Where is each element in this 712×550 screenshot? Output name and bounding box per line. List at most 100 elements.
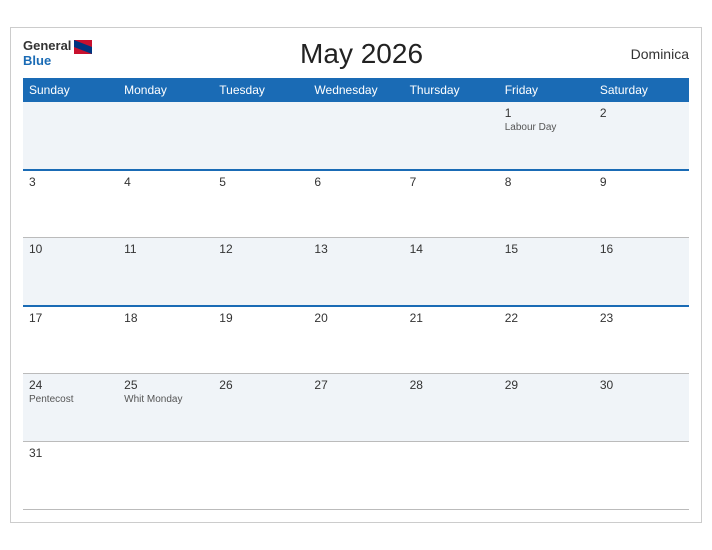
calendar-title: May 2026 — [300, 38, 423, 70]
calendar-cell: 28 — [404, 374, 499, 442]
day-number: 31 — [29, 446, 112, 460]
day-number: 22 — [505, 311, 588, 325]
day-number: 25 — [124, 378, 207, 392]
calendar-cell: 14 — [404, 238, 499, 306]
logo-general: General — [23, 39, 92, 53]
day-number: 30 — [600, 378, 683, 392]
day-number: 17 — [29, 311, 112, 325]
calendar-cell: 26 — [213, 374, 308, 442]
day-number: 9 — [600, 175, 683, 189]
calendar-cell: 22 — [499, 306, 594, 374]
calendar-cell: 6 — [308, 170, 403, 238]
calendar-cell: 12 — [213, 238, 308, 306]
calendar-cell — [404, 442, 499, 510]
day-event: Pentecost — [29, 394, 112, 405]
day-number: 27 — [314, 378, 397, 392]
day-event: Whit Monday — [124, 394, 207, 405]
day-header-saturday: Saturday — [594, 78, 689, 102]
day-number: 19 — [219, 311, 302, 325]
day-number: 20 — [314, 311, 397, 325]
calendar-cell — [118, 102, 213, 170]
calendar-country: Dominica — [631, 46, 689, 62]
calendar-cell: 2 — [594, 102, 689, 170]
calendar-cell: 10 — [23, 238, 118, 306]
calendar-cell — [23, 102, 118, 170]
calendar-header: General Blue May 2026 Dominica — [23, 38, 689, 70]
day-header-monday: Monday — [118, 78, 213, 102]
calendar-cell: 1 Labour Day — [499, 102, 594, 170]
calendar-cell: 18 — [118, 306, 213, 374]
day-event: Labour Day — [505, 122, 588, 133]
calendar-cell: 24 Pentecost — [23, 374, 118, 442]
calendar-cell: 8 — [499, 170, 594, 238]
calendar-cell: 21 — [404, 306, 499, 374]
day-header-sunday: Sunday — [23, 78, 118, 102]
calendar-cell: 11 — [118, 238, 213, 306]
day-number: 1 — [505, 106, 588, 120]
day-number: 16 — [600, 242, 683, 256]
day-number: 18 — [124, 311, 207, 325]
day-number: 4 — [124, 175, 207, 189]
day-header-wednesday: Wednesday — [308, 78, 403, 102]
calendar-cell: 15 — [499, 238, 594, 306]
calendar-cell: 16 — [594, 238, 689, 306]
day-number: 3 — [29, 175, 112, 189]
day-number: 21 — [410, 311, 493, 325]
logo: General Blue — [23, 39, 92, 68]
calendar-cell — [308, 102, 403, 170]
day-number: 23 — [600, 311, 683, 325]
logo-flag-icon — [74, 40, 92, 54]
day-number: 10 — [29, 242, 112, 256]
day-header-thursday: Thursday — [404, 78, 499, 102]
calendar-cell: 23 — [594, 306, 689, 374]
week-row-5: 31 — [23, 442, 689, 510]
calendar-cell: 5 — [213, 170, 308, 238]
week-row-3: 17 18 19 20 21 22 23 — [23, 306, 689, 374]
day-number: 15 — [505, 242, 588, 256]
calendar-cell — [213, 442, 308, 510]
day-number: 28 — [410, 378, 493, 392]
day-number: 5 — [219, 175, 302, 189]
day-number: 2 — [600, 106, 683, 120]
calendar-cell: 19 — [213, 306, 308, 374]
calendar-cell: 13 — [308, 238, 403, 306]
calendar-cell: 27 — [308, 374, 403, 442]
week-row-2: 10 11 12 13 14 15 16 — [23, 238, 689, 306]
week-row-1: 3456789 — [23, 170, 689, 238]
calendar-cell: 31 — [23, 442, 118, 510]
calendar-cell — [404, 102, 499, 170]
day-number: 12 — [219, 242, 302, 256]
calendar-cell: 7 — [404, 170, 499, 238]
calendar-header-row: SundayMondayTuesdayWednesdayThursdayFrid… — [23, 78, 689, 102]
calendar-cell: 17 — [23, 306, 118, 374]
day-number: 13 — [314, 242, 397, 256]
calendar-cell: 4 — [118, 170, 213, 238]
calendar-cell: 25 Whit Monday — [118, 374, 213, 442]
calendar-container: General Blue May 2026 Dominica SundayMon… — [10, 27, 702, 524]
calendar-cell — [308, 442, 403, 510]
day-number: 8 — [505, 175, 588, 189]
day-number: 6 — [314, 175, 397, 189]
calendar-cell: 30 — [594, 374, 689, 442]
day-number: 7 — [410, 175, 493, 189]
day-number: 14 — [410, 242, 493, 256]
calendar-cell: 9 — [594, 170, 689, 238]
calendar-grid: SundayMondayTuesdayWednesdayThursdayFrid… — [23, 78, 689, 511]
calendar-cell — [499, 442, 594, 510]
logo-blue-text: Blue — [23, 54, 92, 68]
calendar-cell — [118, 442, 213, 510]
day-number: 24 — [29, 378, 112, 392]
calendar-cell: 3 — [23, 170, 118, 238]
day-header-tuesday: Tuesday — [213, 78, 308, 102]
calendar-cell: 29 — [499, 374, 594, 442]
week-row-4: 24 Pentecost 25 Whit Monday 26 27 28 29 30 — [23, 374, 689, 442]
day-number: 11 — [124, 242, 207, 256]
calendar-cell — [594, 442, 689, 510]
day-number: 29 — [505, 378, 588, 392]
day-header-friday: Friday — [499, 78, 594, 102]
week-row-0: 1 Labour Day 2 — [23, 102, 689, 170]
calendar-cell — [213, 102, 308, 170]
calendar-cell: 20 — [308, 306, 403, 374]
day-number: 26 — [219, 378, 302, 392]
logo-general-text: General — [23, 39, 71, 53]
